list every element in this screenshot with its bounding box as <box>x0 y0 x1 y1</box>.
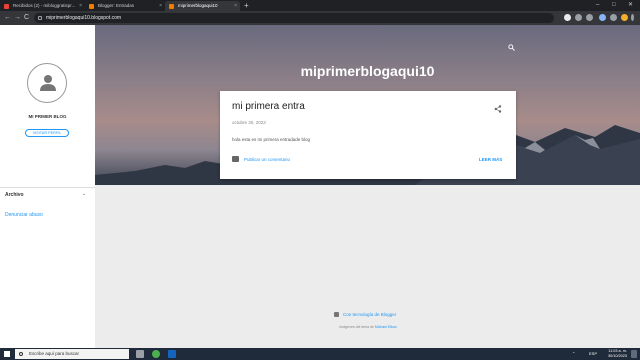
chevron-down-icon[interactable]: ⌄ <box>82 191 86 197</box>
comment-icon[interactable] <box>232 156 239 162</box>
back-button[interactable]: ← <box>4 11 11 25</box>
close-tab-icon[interactable]: × <box>159 1 162 11</box>
sidebar-blog-name: MI PRIMER BLOG <box>28 114 67 119</box>
taskbar-clock[interactable]: 11:03 a. m. 30/10/2023 <box>605 349 627 359</box>
close-tab-icon[interactable]: × <box>79 1 82 11</box>
close-tab-icon[interactable]: × <box>234 1 237 11</box>
tab-blog-active[interactable]: miprimerblogaqui10 × <box>165 1 240 11</box>
search-icon <box>19 351 23 356</box>
profile-avatar-icon[interactable] <box>621 14 628 21</box>
reload-button[interactable]: C <box>24 11 29 25</box>
visit-profile-button[interactable]: VISITAR PERFIL <box>25 129 69 137</box>
taskbar-search-placeholder: Escribe aquí para buscar <box>29 351 80 356</box>
sidepanel-icon[interactable] <box>610 14 617 21</box>
extensions-icon[interactable] <box>599 14 606 21</box>
sidebar: MI PRIMER BLOG VISITAR PERFIL Archivo ⌄ … <box>0 25 95 348</box>
clock-date: 30/10/2023 <box>607 354 627 358</box>
theme-images-author-link[interactable]: Michael Elkan <box>375 325 397 329</box>
tray-icons[interactable]: ⌃ <box>572 348 575 360</box>
windows-taskbar: Escribe aquí para buscar ⌃ ESP 11:03 a. … <box>0 348 640 360</box>
tab-gmail[interactable]: Recibidos (2) - mibloggratispr... × <box>0 1 85 11</box>
post-date[interactable]: octubre 30, 2023 <box>232 120 266 125</box>
taskbar-search-box[interactable]: Escribe aquí para buscar <box>15 349 129 359</box>
address-bar[interactable]: miprimerblogaqui10.blogspot.com <box>34 13 554 23</box>
menu-dots-icon[interactable] <box>631 14 634 21</box>
post-title[interactable]: mi primera entra <box>232 101 305 112</box>
task-view-icon[interactable] <box>136 350 144 358</box>
windows-start-icon[interactable] <box>4 351 10 357</box>
theme-images-prefix: Imágenes del tema de <box>339 325 374 329</box>
blogger-favicon-icon <box>89 3 94 9</box>
sidebar-divider <box>0 187 95 188</box>
post-snippet: hola esta es mi primera entradade blog <box>232 137 311 142</box>
blogger-favicon-icon <box>169 3 174 9</box>
blogger-logo-icon[interactable] <box>334 312 339 317</box>
share-page-icon[interactable] <box>575 14 582 21</box>
browser-tab-bar: Recibidos (2) - mibloggratispr... × Blog… <box>0 0 640 11</box>
tab-blogger-entradas[interactable]: Blogger: Entradas × <box>85 1 165 11</box>
theme-images-credit: Imágenes del tema de Michael Elkan <box>0 325 640 329</box>
window-close-button[interactable]: ✕ <box>628 0 633 11</box>
forward-button[interactable]: → <box>14 11 21 25</box>
blog-title[interactable]: miprimerblogaqui10 <box>95 63 640 79</box>
share-icon[interactable] <box>494 100 502 118</box>
notification-icon[interactable] <box>631 350 637 358</box>
archive-heading[interactable]: Archivo <box>5 192 24 198</box>
tab-title: Recibidos (2) - mibloggratispr... <box>13 3 76 8</box>
minimize-button[interactable]: – <box>596 0 599 11</box>
maximize-button[interactable]: □ <box>612 0 616 11</box>
gmail-favicon-icon <box>4 3 9 9</box>
profile-avatar[interactable] <box>27 63 67 103</box>
language-indicator[interactable]: ESP <box>589 348 597 360</box>
google-lens-icon[interactable] <box>564 14 571 21</box>
lock-icon <box>38 16 42 20</box>
url-text[interactable]: miprimerblogaqui10.blogspot.com <box>46 13 121 23</box>
bookmark-star-icon[interactable] <box>586 14 593 21</box>
search-icon[interactable] <box>508 38 515 56</box>
word-icon[interactable] <box>168 350 176 358</box>
tab-title: Blogger: Entradas <box>98 3 135 8</box>
browser-toolbar: ← → C miprimerblogaqui10.blogspot.com <box>0 11 640 25</box>
read-more-link[interactable]: LEER MÁS <box>479 157 502 162</box>
post-comment-link[interactable]: Publicar un comentario <box>244 157 290 162</box>
report-abuse-link[interactable]: Denunciar abuso <box>5 212 43 218</box>
chrome-icon[interactable] <box>152 350 160 358</box>
powered-by-link[interactable]: Con tecnología de Blogger <box>343 312 396 317</box>
person-icon <box>40 75 56 91</box>
tab-title: miprimerblogaqui10 <box>178 3 218 8</box>
post-card: mi primera entra octubre 30, 2023 hola e… <box>220 91 516 179</box>
new-tab-button[interactable]: + <box>244 0 249 11</box>
